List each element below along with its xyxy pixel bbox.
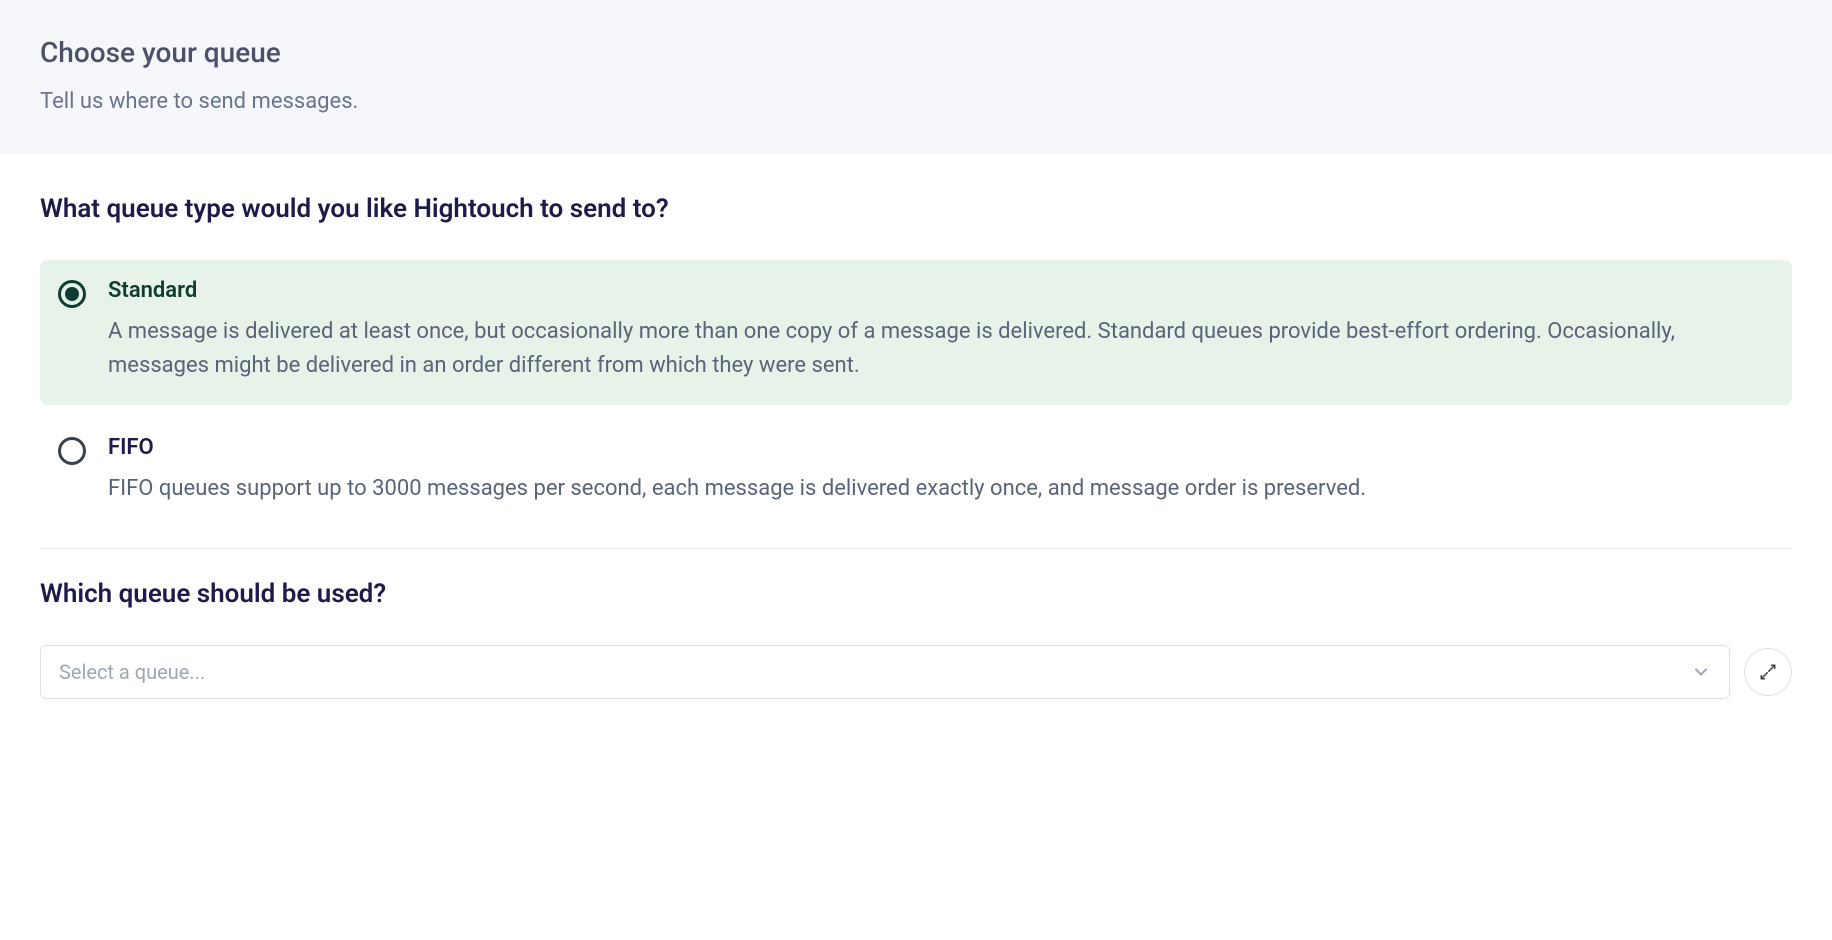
radio-label-fifo: FIFO [108, 435, 1768, 460]
queue-select-placeholder: Select a queue... [59, 660, 205, 684]
section-divider [40, 548, 1792, 549]
queue-type-question: What queue type would you like Hightouch… [40, 194, 1792, 224]
page-subtitle: Tell us where to send messages. [40, 89, 1792, 114]
radio-description-fifo: FIFO queues support up to 3000 messages … [108, 472, 1768, 506]
refresh-button[interactable] [1744, 648, 1792, 696]
content-panel: What queue type would you like Hightouch… [0, 154, 1832, 719]
radio-button-standard[interactable] [58, 280, 86, 308]
radio-content-fifo: FIFO FIFO queues support up to 3000 mess… [108, 435, 1768, 506]
chevron-down-icon [1691, 662, 1711, 682]
radio-option-fifo[interactable]: FIFO FIFO queues support up to 3000 mess… [40, 417, 1792, 528]
radio-description-standard: A message is delivered at least once, bu… [108, 315, 1768, 383]
header-panel: Choose your queue Tell us where to send … [0, 0, 1832, 154]
refresh-icon [1759, 663, 1777, 681]
page-title: Choose your queue [40, 36, 1792, 69]
radio-content-standard: Standard A message is delivered at least… [108, 278, 1768, 383]
queue-select-row: Select a queue... [40, 645, 1792, 699]
queue-select-question: Which queue should be used? [40, 579, 1792, 609]
radio-dot-icon [65, 287, 79, 301]
queue-select-dropdown[interactable]: Select a queue... [40, 645, 1730, 699]
radio-button-fifo[interactable] [58, 437, 86, 465]
radio-option-standard[interactable]: Standard A message is delivered at least… [40, 260, 1792, 405]
radio-label-standard: Standard [108, 278, 1768, 303]
